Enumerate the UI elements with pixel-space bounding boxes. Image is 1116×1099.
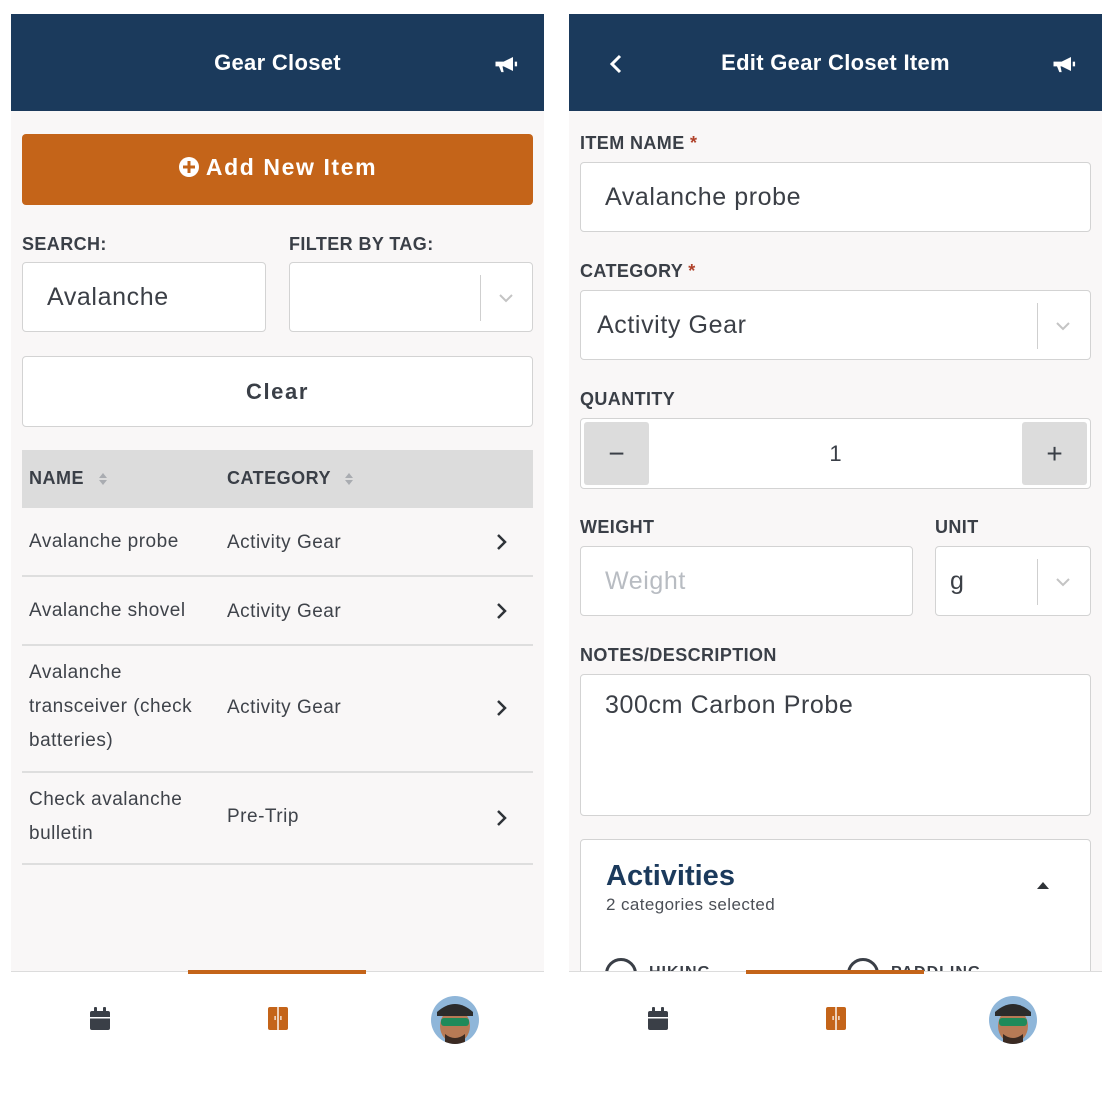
sort-icon [98,473,107,486]
chevron-right-icon [497,810,507,826]
table-header: NAME CATEGORY [22,450,533,508]
category-select[interactable]: Activity Gear [580,290,1091,360]
megaphone-icon[interactable] [1050,50,1078,78]
item-name: Avalanche shovel [29,600,186,621]
category-header-label: CATEGORY [227,468,331,488]
select-divider [480,275,481,321]
item-name: Check avalanche bulletin [29,789,183,844]
page-title: Gear Closet [214,50,341,75]
search-input[interactable]: Avalanche [22,262,266,332]
search-label: SEARCH: [22,234,107,254]
gear-closet-screen: Gear Closet Add New Item SEARCH: FILTER … [11,14,544,1099]
chevron-down-icon [499,294,513,303]
avatar-image [431,996,479,1044]
notes-label: NOTES/DESCRIPTION [580,645,777,665]
item-name: Avalanche probe [29,531,179,552]
add-new-item-button[interactable]: Add New Item [22,134,533,205]
chevron-down-icon [1056,322,1070,331]
table-row[interactable]: Avalanche probe Activity Gear [22,508,533,577]
category-label: CATEGORY * [580,261,696,281]
select-divider [1037,303,1038,349]
unit-label: UNIT [935,517,979,537]
add-new-item-label: Add New Item [205,154,378,180]
quantity-stepper: − 1 + [580,418,1091,489]
notes-textarea[interactable]: 300cm Carbon Probe [580,674,1091,816]
category-value: Activity Gear [597,311,747,339]
table-row[interactable]: Avalanche shovel Activity Gear [22,577,533,646]
plus-icon: + [1046,438,1063,469]
weight-input[interactable]: Weight [580,546,913,616]
clear-label: Clear [245,379,310,404]
activities-title: Activities [606,860,735,892]
megaphone-icon[interactable] [492,50,520,78]
table-row[interactable]: Avalanche transceiver (check batteries) … [22,646,533,773]
item-category: Activity Gear [227,532,342,553]
quantity-label: QUANTITY [580,389,676,409]
increment-button[interactable]: + [1022,422,1087,485]
avatar[interactable] [989,996,1037,1044]
filter-label: FILTER BY TAG: [289,234,434,254]
avatar[interactable] [431,996,479,1044]
item-category: Activity Gear [227,697,342,718]
app-header: Gear Closet [11,14,544,111]
search-value: Avalanche [47,283,169,311]
active-tab-indicator [746,970,924,974]
calendar-icon[interactable] [646,1006,670,1032]
weight-placeholder: Weight [605,567,686,595]
category-column-header[interactable]: CATEGORY [227,468,354,489]
edit-gear-item-screen: Edit Gear Closet Item ITEM NAME * Avalan… [569,14,1102,1099]
item-name-input[interactable]: Avalanche probe [580,162,1091,232]
chevron-right-icon [497,534,507,550]
activities-subtitle: 2 categories selected [606,895,776,914]
chevron-right-icon [497,603,507,619]
name-column-header[interactable]: NAME [29,468,108,489]
avatar-image [989,996,1037,1044]
select-divider [1037,559,1038,605]
item-category: Activity Gear [227,601,342,622]
weight-label: WEIGHT [580,517,655,537]
chevron-down-icon [1056,578,1070,587]
sort-icon [345,473,354,486]
notes-value: 300cm Carbon Probe [605,691,854,719]
table-row[interactable]: Check avalanche bulletin Pre-Trip [22,773,533,865]
closet-icon[interactable] [824,1006,848,1032]
closet-icon[interactable] [266,1006,290,1032]
caret-up-icon[interactable] [1036,880,1050,890]
calendar-icon[interactable] [88,1006,112,1032]
item-category: Pre-Trip [227,806,299,827]
unit-value: g [950,567,965,595]
item-name: Avalanche transceiver (check batteries) [29,662,193,751]
item-name-value: Avalanche probe [605,183,802,211]
chevron-right-icon [497,700,507,716]
quantity-value[interactable]: 1 [581,441,1090,467]
unit-select[interactable]: g [935,546,1091,616]
bottom-tab-bar [11,970,544,1099]
active-tab-indicator [188,970,366,974]
plus-circle-icon [178,157,199,177]
bottom-tab-bar [569,970,1102,1099]
clear-button[interactable]: Clear [22,356,533,427]
page-title: Edit Gear Closet Item [721,50,950,75]
app-header: Edit Gear Closet Item [569,14,1102,111]
item-name-label: ITEM NAME * [580,133,698,153]
filter-tag-select[interactable] [289,262,533,332]
name-header-label: NAME [29,468,84,488]
